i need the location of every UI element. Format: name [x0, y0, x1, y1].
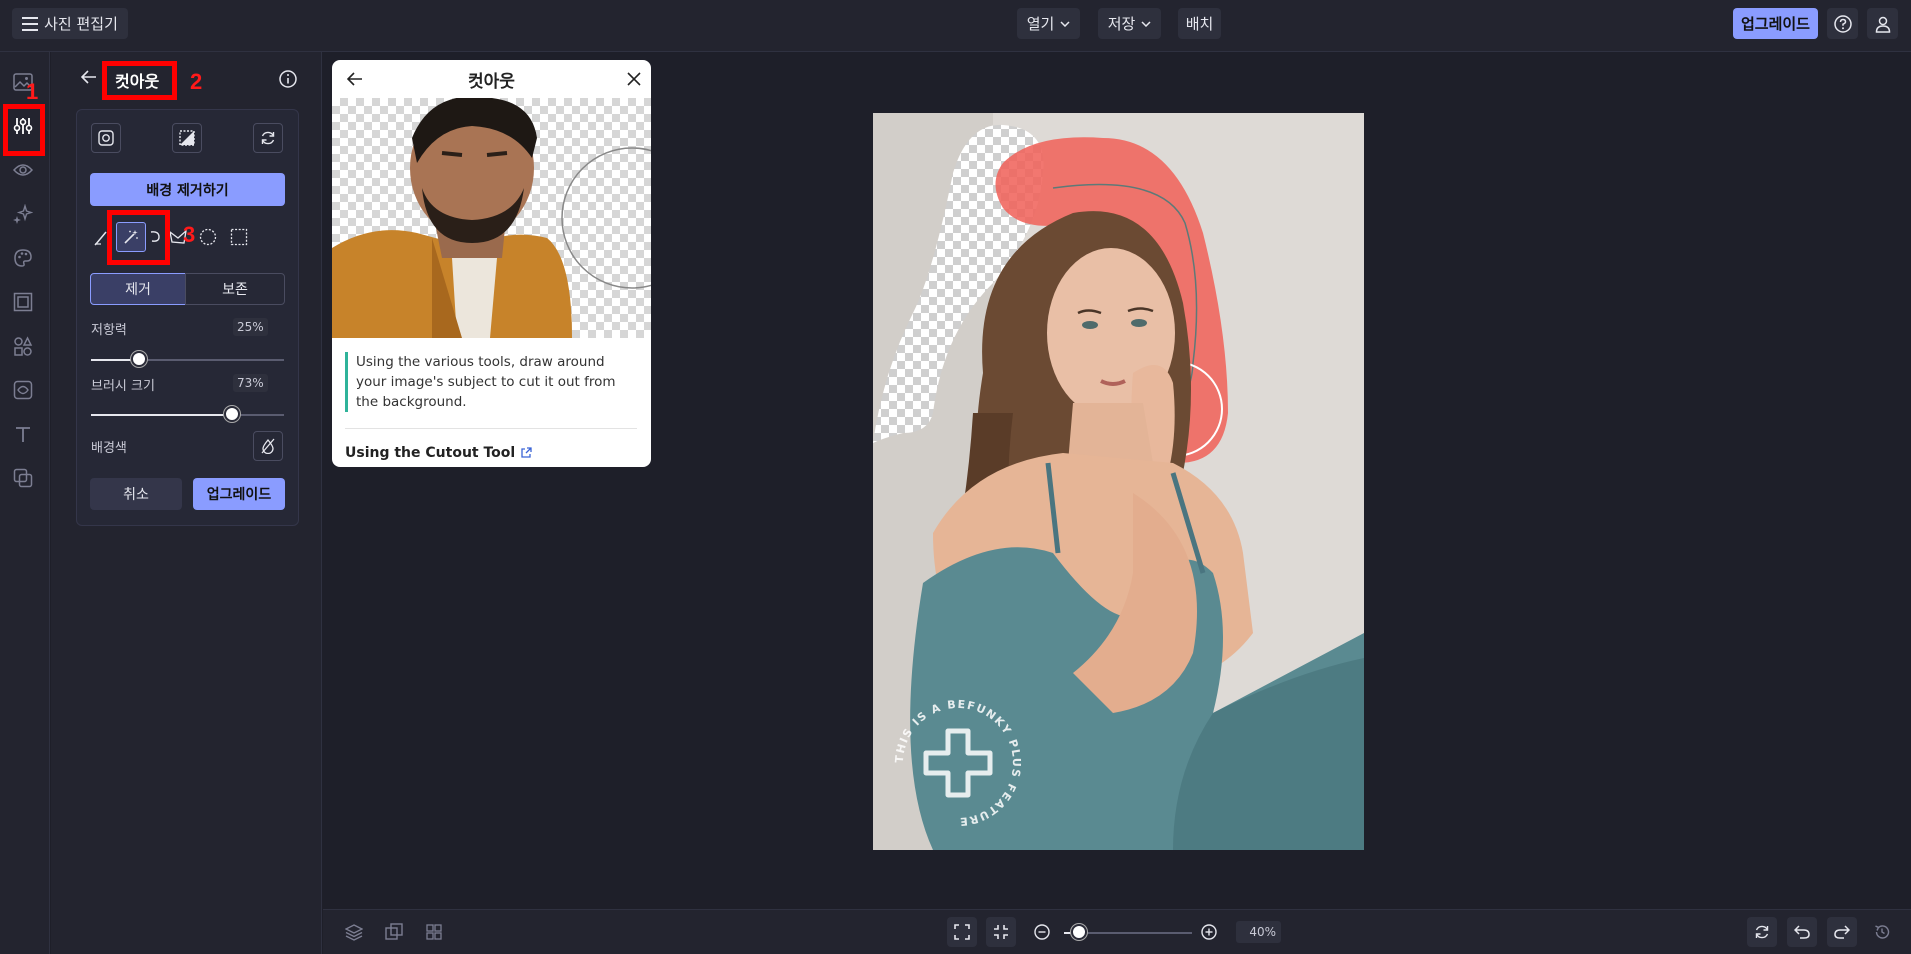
grid-icon [426, 924, 442, 940]
tolerance-slider-track[interactable] [91, 359, 284, 361]
cancel-button[interactable]: 취소 [90, 478, 182, 510]
popup-example-image [332, 98, 651, 338]
zoom-value[interactable]: 40% [1236, 921, 1281, 943]
cutout-options-card: 배경 제거하기 제거 보존 저항력 25% 브러시 크기 73% 배경색 취소 … [76, 109, 299, 526]
save-menu-button[interactable]: 저장 [1098, 8, 1161, 39]
brush-size-slider-track[interactable] [91, 414, 284, 416]
zoom-slider-thumb[interactable] [1071, 924, 1087, 940]
chevron-down-icon [1141, 20, 1151, 27]
undo-icon [1794, 925, 1810, 939]
rotate-button[interactable] [1747, 917, 1777, 947]
texture-icon[interactable] [10, 377, 36, 403]
tool-rail [0, 52, 50, 954]
annotation-box-3 [107, 210, 170, 265]
cutout-tool-help-link[interactable]: Using the Cutout Tool [345, 445, 532, 461]
popup-close-icon[interactable] [627, 72, 641, 86]
cutout-panel: 컷아웃 배경 제거하기 제거 보존 저항력 25% 브러시 크기 73% 배경색… [51, 52, 322, 954]
help-icon [1833, 14, 1852, 33]
batch-button[interactable]: 배치 [1178, 8, 1221, 39]
refresh-icon [260, 130, 276, 146]
annotation-number-1: 1 [26, 79, 39, 104]
help-button[interactable] [1827, 8, 1858, 39]
cutout-tool-link-label: Using the Cutout Tool [345, 445, 516, 461]
zoom-out-button[interactable] [1027, 917, 1057, 947]
batch-label: 배치 [1185, 15, 1214, 33]
graphics-icon[interactable] [10, 465, 36, 491]
redo-button[interactable] [1827, 917, 1857, 947]
compare-button[interactable] [379, 917, 409, 947]
user-icon [1874, 15, 1892, 33]
text-icon[interactable] [10, 421, 36, 447]
frame-icon[interactable] [10, 289, 36, 315]
shapes-icon[interactable] [10, 333, 36, 359]
account-button[interactable] [1867, 8, 1898, 39]
history-icon [1874, 924, 1890, 940]
zoom-in-button[interactable] [1194, 917, 1224, 947]
info-icon[interactable] [279, 70, 297, 88]
actual-size-icon [993, 924, 1009, 940]
brush-size-value[interactable]: 73% [233, 374, 268, 392]
erase-mode-tab[interactable]: 제거 [90, 273, 186, 305]
app-menu-button[interactable]: 사진 편집기 [12, 8, 128, 39]
app-title: 사진 편집기 [44, 15, 118, 33]
subject-select-button[interactable] [91, 123, 121, 153]
invert-icon [179, 130, 195, 146]
annotation-box-2 [102, 61, 177, 100]
annotation-number-3: 3 [183, 222, 196, 247]
annotation-box-1 [3, 104, 45, 156]
redo-icon [1834, 925, 1850, 939]
grid-view-button[interactable] [419, 917, 449, 947]
upgrade-button[interactable]: 업그레이드 [1733, 8, 1818, 39]
back-arrow-icon[interactable] [81, 70, 97, 84]
popup-title: 컷아웃 [468, 71, 515, 92]
ellipse-select-tool-icon[interactable] [197, 226, 219, 248]
brush-size-label: 브러시 크기 [91, 379, 155, 394]
brush-size-slider-thumb[interactable] [224, 406, 240, 422]
fit-screen-button[interactable] [947, 917, 977, 947]
tolerance-label: 저항력 [91, 323, 127, 338]
annotation-number-2: 2 [190, 69, 203, 94]
remove-background-button[interactable]: 배경 제거하기 [90, 173, 285, 206]
history-button[interactable] [1867, 917, 1897, 947]
background-color-label: 배경색 [91, 441, 127, 456]
bottom-bar: 40% [323, 909, 1911, 954]
no-color-icon [260, 438, 276, 454]
subject-icon [98, 130, 114, 146]
chevron-down-icon [1060, 20, 1070, 27]
external-link-icon [520, 447, 532, 459]
open-label: 열기 [1026, 15, 1055, 33]
undo-button[interactable] [1787, 917, 1817, 947]
compare-icon [385, 923, 403, 941]
hamburger-menu-icon [22, 16, 39, 31]
layers-button[interactable] [339, 917, 369, 947]
canvas-photo[interactable]: THIS IS A BEFUNKY PLUS FEATURE [873, 113, 1364, 850]
save-label: 저장 [1107, 15, 1136, 33]
panel-upgrade-button[interactable]: 업그레이드 [193, 478, 285, 510]
cutout-help-popup: 컷아웃 Using the various tools, draw around… [332, 60, 651, 467]
popup-divider [345, 428, 637, 429]
rotate-icon [1754, 924, 1770, 940]
keep-mode-tab[interactable]: 보존 [185, 273, 285, 305]
background-color-button[interactable] [253, 431, 283, 461]
zoom-out-icon [1034, 924, 1050, 940]
top-bar: 사진 편집기 열기 저장 배치 업그레이드 [0, 0, 1911, 52]
tolerance-slider-thumb[interactable] [131, 351, 147, 367]
palette-icon[interactable] [10, 245, 36, 271]
popup-tip-text: Using the various tools, draw around you… [345, 352, 635, 412]
tolerance-value[interactable]: 25% [233, 318, 268, 336]
invert-selection-button[interactable] [172, 123, 202, 153]
sparkle-effects-icon[interactable] [10, 201, 36, 227]
fit-screen-icon [954, 924, 970, 940]
layers-icon [345, 923, 363, 941]
eye-icon[interactable] [10, 157, 36, 183]
zoom-in-icon [1201, 924, 1217, 940]
reset-button[interactable] [253, 123, 283, 153]
rect-select-tool-icon[interactable] [228, 226, 250, 248]
actual-size-button[interactable] [986, 917, 1016, 947]
open-menu-button[interactable]: 열기 [1017, 8, 1080, 39]
